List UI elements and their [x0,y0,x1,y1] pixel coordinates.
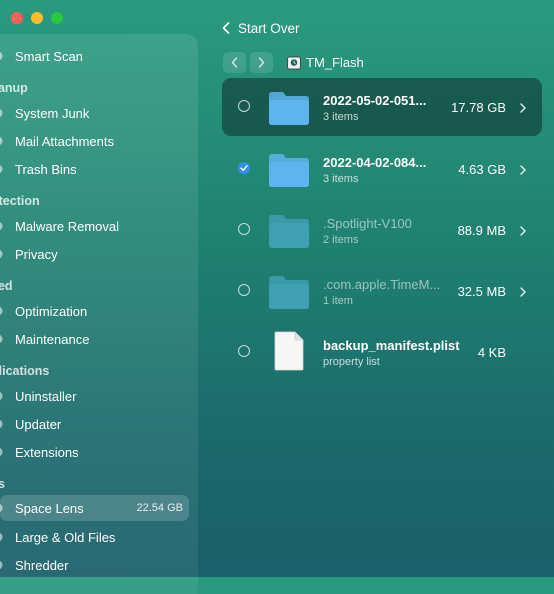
sidebar-item-label: Large & Old Files [15,529,116,545]
file-row[interactable]: .com.apple.TimeM... 1 item 32.5 MB [222,262,542,320]
chevron-right-icon[interactable] [519,224,527,236]
sidebar-item-label: Privacy [15,246,58,262]
checkbox[interactable] [238,284,250,296]
zoom-window-button[interactable] [51,12,63,24]
large-old-files-icon [0,531,4,543]
sidebar-item-label: System Junk [15,105,90,121]
sidebar: Smart Scan eanup System Junk Mail Attachmen… [0,34,198,594]
uninstaller-icon [0,390,4,402]
system-junk-icon [0,107,4,119]
sidebar-item-label: Shredder [15,557,69,573]
sidebar-item-size: 22.54 GB [136,502,183,514]
file-name: 2022-05-02-051... [323,93,427,108]
sidebar-item-label: Smart Scan [15,48,83,64]
sidebar-item-label: Space Lens [15,500,84,516]
file-subtitle: 2 items [323,234,359,246]
folder-icon [268,90,310,126]
minimize-window-button[interactable] [31,12,43,24]
chevron-left-icon [231,57,238,68]
document-icon [274,331,316,371]
shredder-icon [0,559,4,571]
start-over-label: Start Over [238,20,300,36]
maintenance-icon [0,333,4,345]
chevron-left-icon [222,22,230,34]
window-controls [11,12,63,24]
chevron-right-icon[interactable] [519,285,527,297]
malware-removal-icon [0,220,4,232]
forward-button[interactable] [250,52,273,73]
file-row[interactable]: backup_manifest.plist property list 4 KB [222,323,542,381]
file-size: 17.78 GB [451,100,506,115]
checkbox[interactable] [238,223,250,235]
file-subtitle: 1 item [323,295,353,307]
sidebar-item-label: Optimization [15,303,88,319]
checkbox[interactable] [238,345,250,357]
file-row[interactable]: .Spotlight-V100 2 items 88.9 MB [222,201,542,259]
sidebar-item-label: Maintenance [15,331,90,347]
breadcrumb: TM_Flash [287,52,364,73]
sidebar-item-space-lens[interactable]: Space Lens 22.54 GB [0,495,189,521]
checkbox-checked[interactable] [238,162,250,174]
file-row[interactable]: 2022-04-02-084... 3 items 4.63 GB [222,140,542,198]
sidebar-section-heading: eed [0,279,13,293]
privacy-icon [0,248,4,260]
file-subtitle: 3 items [323,173,359,185]
folder-icon [268,213,310,249]
sidebar-section-heading: eanup [0,81,28,95]
checkmark-icon [240,165,248,171]
mail-attachments-icon [0,135,4,147]
chevron-right-icon[interactable] [519,163,527,175]
file-subtitle: property list [323,356,380,368]
time-machine-disk-icon [287,56,301,69]
sidebar-item-label: Trash Bins [15,161,77,177]
file-size: 32.5 MB [457,284,506,299]
updater-icon [0,418,4,430]
navigation-buttons [223,52,273,73]
file-name: .Spotlight-V100 [323,216,412,231]
file-name: backup_manifest.plist [323,338,460,353]
back-button[interactable] [223,52,246,73]
file-size: 4 KB [477,345,506,360]
folder-icon [268,152,310,188]
sidebar-item-label: Mail Attachments [15,133,114,149]
extensions-icon [0,446,4,458]
file-size: 88.9 MB [457,223,506,238]
space-lens-icon [0,502,4,514]
chevron-right-icon [258,57,265,68]
breadcrumb-current: TM_Flash [306,55,364,70]
sidebar-section-heading: plications [0,364,50,378]
sidebar-section-heading: otection [0,194,40,208]
optimization-icon [0,305,4,317]
start-over-button[interactable]: Start Over [222,18,300,38]
sidebar-item-label: Uninstaller [15,388,77,404]
trash-bins-icon [0,163,4,175]
file-name: .com.apple.TimeM... [323,277,441,292]
close-window-button[interactable] [11,12,23,24]
checkbox[interactable] [238,100,250,112]
file-subtitle: 3 items [323,111,359,123]
file-row[interactable]: 2022-05-02-051... 3 items 17.78 GB [222,78,542,136]
folder-icon [268,274,310,310]
smart-scan-icon [0,50,4,62]
file-name: 2022-04-02-084... [323,155,427,170]
sidebar-item-label: Malware Removal [15,218,120,234]
sidebar-item-label: Updater [15,416,62,432]
sidebar-item-label: Extensions [15,444,79,460]
sidebar-section-heading: es [0,477,5,491]
file-size: 4.63 GB [458,162,506,177]
chevron-right-icon[interactable] [519,101,527,113]
